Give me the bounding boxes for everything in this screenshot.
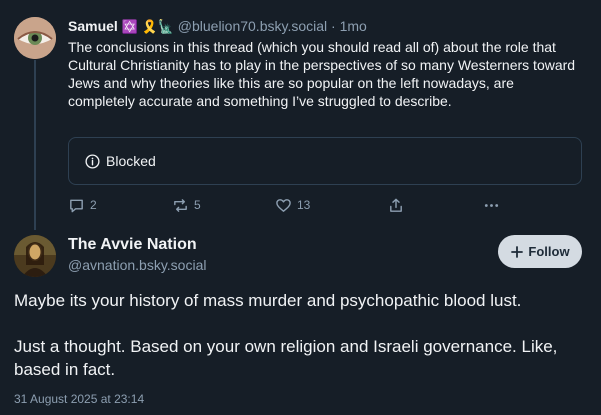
like-count: 13 <box>297 198 311 212</box>
info-icon <box>85 153 100 169</box>
separator: · <box>331 18 336 34</box>
avatar[interactable] <box>14 17 56 59</box>
like-button[interactable]: 13 <box>275 196 310 214</box>
repost-icon <box>174 198 187 212</box>
post-paragraph: Maybe its your history of mass murder an… <box>14 291 522 310</box>
post-text: Maybe its your history of mass murder an… <box>14 289 594 404</box>
follow-label: Follow <box>528 244 570 259</box>
repost-count: 5 <box>194 198 201 212</box>
like-icon <box>276 198 291 212</box>
blocked-quote-card: Blocked <box>68 137 582 185</box>
reply-count: 2 <box>90 198 97 212</box>
blocked-label: Blocked <box>106 153 156 169</box>
repost-button[interactable]: 5 <box>172 196 201 214</box>
avatar-portrait-image <box>14 235 56 277</box>
plus-icon <box>511 245 524 258</box>
avatar[interactable] <box>14 235 56 277</box>
reply-author-handle[interactable]: @bluelion70.bsky.social <box>178 18 327 34</box>
share-icon <box>390 198 402 212</box>
avatar-eye-image <box>14 17 56 59</box>
more-icon <box>484 203 499 207</box>
share-button[interactable] <box>388 196 409 214</box>
reply-timestamp[interactable]: 1mo <box>340 18 367 34</box>
reply-button[interactable]: 2 <box>68 196 97 214</box>
follow-button[interactable]: Follow <box>498 235 582 268</box>
post-timestamp: 31 August 2025 at 23:14 <box>14 392 145 406</box>
post-author-name[interactable]: The Avvie Nation <box>68 235 197 255</box>
reply-icon <box>70 199 83 212</box>
thread-connector-line <box>34 60 36 230</box>
reply-author-name[interactable]: Samuel <box>68 18 118 34</box>
reply-author-emoji: ✡️ 🎗️🗽 <box>121 19 174 34</box>
post-author-handle[interactable]: @avnation.bsky.social <box>68 256 206 274</box>
reply-header: Samuel ✡️ 🎗️🗽 @bluelion70.bsky.social · … <box>68 16 367 37</box>
more-options-button[interactable] <box>483 196 505 214</box>
reply-text: The conclusions in this thread (which yo… <box>68 39 576 109</box>
post-paragraph: Just a thought. Based on your own religi… <box>14 337 558 379</box>
